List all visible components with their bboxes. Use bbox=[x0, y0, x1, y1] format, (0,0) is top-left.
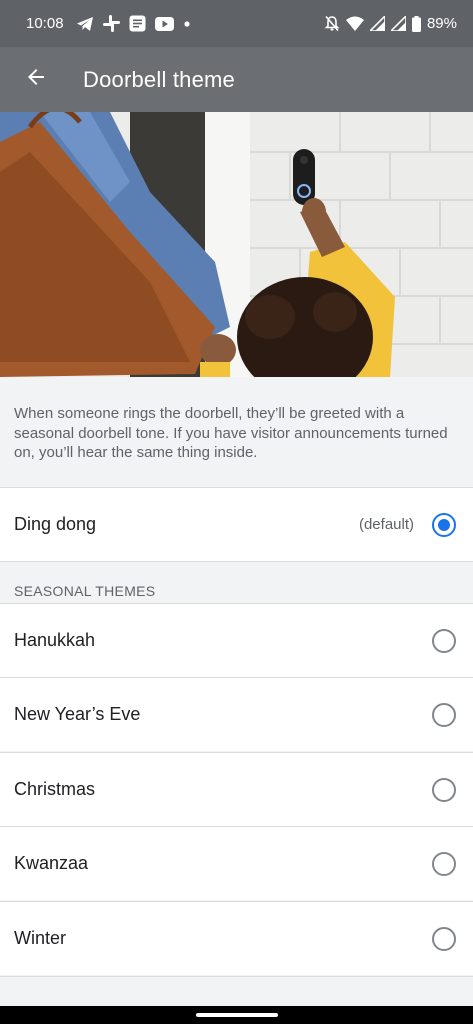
status-left-icons bbox=[76, 15, 191, 32]
telegram-icon bbox=[76, 16, 94, 32]
status-time: 10:08 bbox=[26, 15, 64, 32]
option-label: Kwanzaa bbox=[14, 853, 89, 873]
radio-selected[interactable] bbox=[432, 512, 456, 537]
list-bottom-spacer bbox=[0, 976, 473, 1006]
page-title: Doorbell theme bbox=[83, 66, 235, 92]
signal-icon bbox=[369, 16, 385, 31]
radio-unselected[interactable] bbox=[432, 777, 456, 802]
option-label: Hanukkah bbox=[14, 630, 96, 650]
home-gesture-handle[interactable] bbox=[196, 1013, 278, 1017]
option-christmas[interactable]: Christmas bbox=[0, 752, 473, 826]
dnd-off-icon bbox=[324, 15, 340, 32]
radio-unselected[interactable] bbox=[432, 702, 456, 727]
option-kwanzaa[interactable]: Kwanzaa bbox=[0, 826, 473, 900]
option-label: Christmas bbox=[14, 779, 96, 799]
section-header-seasonal: SEASONAL THEMES bbox=[0, 561, 473, 603]
battery-icon bbox=[411, 15, 421, 32]
battery-percent: 89% bbox=[426, 15, 457, 32]
description-text: When someone rings the doorbell, they’ll… bbox=[0, 377, 473, 487]
option-label: Ding dong bbox=[14, 514, 97, 534]
notification-dot-icon bbox=[183, 20, 191, 28]
messages-icon bbox=[129, 15, 146, 32]
status-right-icons: 89% bbox=[324, 15, 457, 32]
option-winter[interactable]: Winter bbox=[0, 901, 473, 975]
radio-unselected[interactable] bbox=[432, 628, 456, 653]
youtube-icon bbox=[154, 16, 174, 31]
radio-unselected[interactable] bbox=[432, 851, 456, 876]
app-bar: Doorbell theme bbox=[0, 47, 473, 112]
option-new-years-eve[interactable]: New Year’s Eve bbox=[0, 677, 473, 751]
radio-unselected[interactable] bbox=[432, 926, 456, 951]
slack-icon bbox=[102, 15, 120, 32]
option-ding-dong[interactable]: Ding dong (default) bbox=[0, 487, 473, 561]
option-label: New Year’s Eve bbox=[14, 704, 141, 724]
option-label: Winter bbox=[14, 928, 67, 948]
system-nav-bar bbox=[0, 1006, 473, 1024]
back-button[interactable] bbox=[0, 47, 72, 112]
wifi-icon bbox=[345, 16, 364, 31]
default-hint: (default) bbox=[358, 516, 414, 533]
arrow-left-icon bbox=[24, 65, 48, 94]
signal-icon bbox=[390, 16, 406, 31]
status-bar: 10:08 89% bbox=[0, 0, 473, 47]
option-hanukkah[interactable]: Hanukkah bbox=[0, 603, 473, 677]
doorbell-illustration bbox=[0, 112, 473, 377]
hero-image bbox=[0, 112, 473, 377]
